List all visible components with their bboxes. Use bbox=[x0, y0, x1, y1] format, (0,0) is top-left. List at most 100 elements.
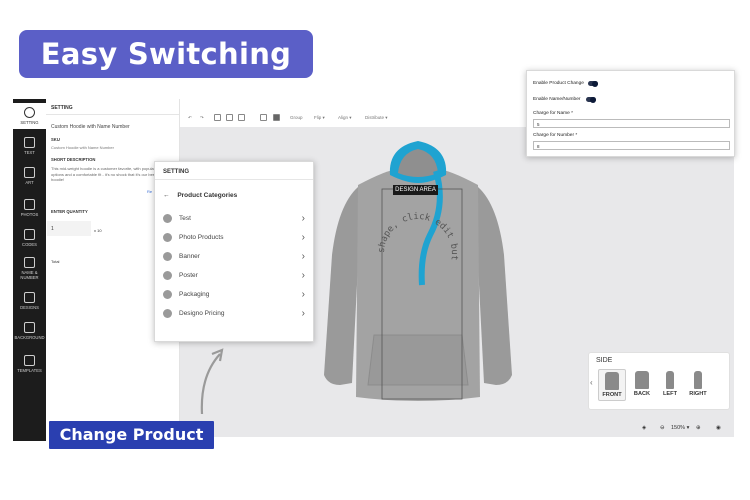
undo-icon[interactable]: ↶ bbox=[188, 115, 192, 121]
enable-product-change-toggle[interactable] bbox=[588, 80, 598, 87]
chevron-right-icon: › bbox=[301, 308, 305, 319]
distribute-menu[interactable]: Distribute ▾ bbox=[365, 115, 388, 121]
sidebar-item-designs[interactable]: DESIGNS bbox=[13, 292, 46, 310]
total-label: Total bbox=[51, 259, 60, 264]
enable-name-number-toggle[interactable] bbox=[586, 96, 596, 103]
sidebar-item-label: SETTING bbox=[20, 120, 39, 125]
cut-icon[interactable] bbox=[214, 114, 221, 121]
chevron-right-icon: › bbox=[301, 232, 305, 243]
side-option-left[interactable]: LEFT bbox=[656, 369, 684, 401]
short-desc-label: SHORT DESCRIPTION bbox=[51, 157, 96, 162]
category-item[interactable]: Packaging › bbox=[163, 289, 309, 303]
sidebar-item-name-number[interactable]: NAME & NUMBER bbox=[13, 257, 46, 280]
qty-multiplier: x 10 bbox=[94, 228, 102, 233]
category-icon bbox=[163, 252, 172, 261]
charge-name-input[interactable]: 5 bbox=[533, 119, 730, 128]
group-button[interactable]: Group bbox=[290, 115, 303, 120]
side-option-right[interactable]: RIGHT bbox=[684, 369, 712, 401]
product-name: Custom Hoodie with Name Number bbox=[51, 124, 130, 130]
flip-menu[interactable]: Flip ▾ bbox=[314, 115, 325, 121]
enter-qty-label: ENTER QUANTITY bbox=[51, 209, 88, 214]
back-arrow-icon[interactable]: ← bbox=[163, 192, 170, 199]
menu-title: ← Product Categories bbox=[163, 192, 238, 199]
feature-badge: Easy Switching bbox=[19, 30, 313, 78]
paste-icon[interactable] bbox=[238, 114, 245, 121]
side-option-back[interactable]: BACK bbox=[628, 369, 656, 401]
side-title: SIDE bbox=[596, 357, 613, 364]
sidebar-item-codes[interactable]: CODES bbox=[13, 229, 46, 247]
sidebar-item-label: TEMPLATES bbox=[17, 368, 42, 373]
delete-icon[interactable] bbox=[260, 114, 267, 121]
tool-sidebar: SETTING TEXT ART PHOTOS CODES NAME & NUM… bbox=[13, 99, 46, 441]
sidebar-item-background[interactable]: BACKGROUND bbox=[13, 322, 46, 340]
zoom-out-icon[interactable]: ⊖ bbox=[660, 425, 665, 431]
chevron-left-icon[interactable]: ‹ bbox=[590, 378, 593, 387]
designs-icon bbox=[24, 292, 35, 303]
chevron-right-icon: › bbox=[301, 251, 305, 262]
design-area-label: DESIGN AREA bbox=[393, 185, 438, 195]
background-icon bbox=[24, 322, 35, 333]
sidebar-item-templates[interactable]: TEMPLATES bbox=[13, 355, 46, 373]
category-item[interactable]: Banner › bbox=[163, 251, 309, 265]
sidebar-item-text[interactable]: TEXT bbox=[13, 137, 46, 155]
charge-number-label: Charge for Number * bbox=[533, 133, 578, 138]
sidebar-item-label: CODES bbox=[22, 242, 37, 247]
sidebar-item-label: NAME & NUMBER bbox=[20, 270, 39, 280]
sidebar-item-label: PHOTOS bbox=[20, 212, 39, 217]
layers-stack-icon[interactable]: ◈ bbox=[642, 425, 646, 431]
zoom-level[interactable]: 150% ▾ bbox=[671, 425, 689, 431]
product-change-settings: Enable Product Change Enable Name/Number… bbox=[526, 70, 735, 157]
hoodie-left-thumb bbox=[666, 371, 674, 389]
category-icon bbox=[163, 271, 172, 280]
enable-name-number-label: Enable Name/Number bbox=[533, 97, 581, 102]
sidebar-item-label: DESIGNS bbox=[20, 305, 39, 310]
product-categories-menu: SETTING ← Product Categories Test › Phot… bbox=[154, 161, 314, 342]
hoodie-image[interactable]: shape, click edit but bbox=[318, 135, 518, 407]
side-option-front[interactable]: FRONT bbox=[598, 369, 626, 401]
sku-value: Custom Hoodie with Name Number bbox=[51, 145, 114, 150]
photo-icon bbox=[24, 199, 35, 210]
sku-label: SKU bbox=[51, 137, 60, 142]
category-item[interactable]: Test › bbox=[163, 213, 309, 227]
text-icon bbox=[24, 137, 35, 148]
menu-header: SETTING bbox=[155, 162, 313, 180]
sidebar-item-art[interactable]: ART bbox=[13, 167, 46, 185]
zoom-in-icon[interactable]: ⊕ bbox=[696, 425, 701, 431]
gear-icon bbox=[24, 107, 35, 118]
read-more-link[interactable]: Re bbox=[147, 189, 152, 194]
hoodie-right-thumb bbox=[694, 371, 702, 389]
category-icon bbox=[163, 309, 172, 318]
canvas-toolbar: ↶ ↷ Group Flip ▾ Align ▾ Distribute ▾ bbox=[180, 110, 525, 126]
sidebar-item-label: TEXT bbox=[24, 150, 35, 155]
redo-icon[interactable]: ↷ bbox=[200, 115, 204, 121]
panel-header: SETTING bbox=[46, 99, 179, 115]
category-icon bbox=[163, 214, 172, 223]
enable-product-change-label: Enable Product Change bbox=[533, 81, 584, 86]
quantity-input[interactable]: 1 bbox=[47, 221, 91, 236]
templates-icon bbox=[24, 355, 35, 366]
short-desc: This mid-weight hoodie is a customer fav… bbox=[51, 166, 169, 182]
chevron-right-icon: › bbox=[301, 213, 305, 224]
chevron-right-icon: › bbox=[301, 289, 305, 300]
change-product-button[interactable]: Change Product bbox=[49, 421, 214, 449]
sidebar-item-label: BACKGROUND bbox=[14, 335, 45, 340]
qr-icon bbox=[24, 229, 35, 240]
sidebar-item-setting[interactable]: SETTING bbox=[13, 103, 46, 129]
copy-icon[interactable] bbox=[226, 114, 233, 121]
hoodie-back-thumb bbox=[635, 371, 649, 389]
sidebar-item-photos[interactable]: PHOTOS bbox=[13, 199, 46, 217]
category-item[interactable]: Photo Products › bbox=[163, 232, 309, 246]
hoodie-front-thumb bbox=[605, 372, 619, 390]
eye-icon[interactable]: ◉ bbox=[716, 425, 721, 431]
sidebar-item-label: ART bbox=[25, 180, 34, 185]
layers-icon[interactable] bbox=[273, 114, 280, 121]
charge-name-label: Charge for Name * bbox=[533, 111, 573, 116]
category-icon bbox=[163, 290, 172, 299]
category-icon bbox=[163, 233, 172, 242]
curved-arrow bbox=[200, 348, 224, 415]
charge-number-input[interactable]: 8 bbox=[533, 141, 730, 150]
category-item[interactable]: Poster › bbox=[163, 270, 309, 284]
category-item[interactable]: Designo Pricing › bbox=[163, 308, 309, 322]
hash-icon bbox=[24, 257, 35, 268]
align-menu[interactable]: Align ▾ bbox=[338, 115, 352, 121]
